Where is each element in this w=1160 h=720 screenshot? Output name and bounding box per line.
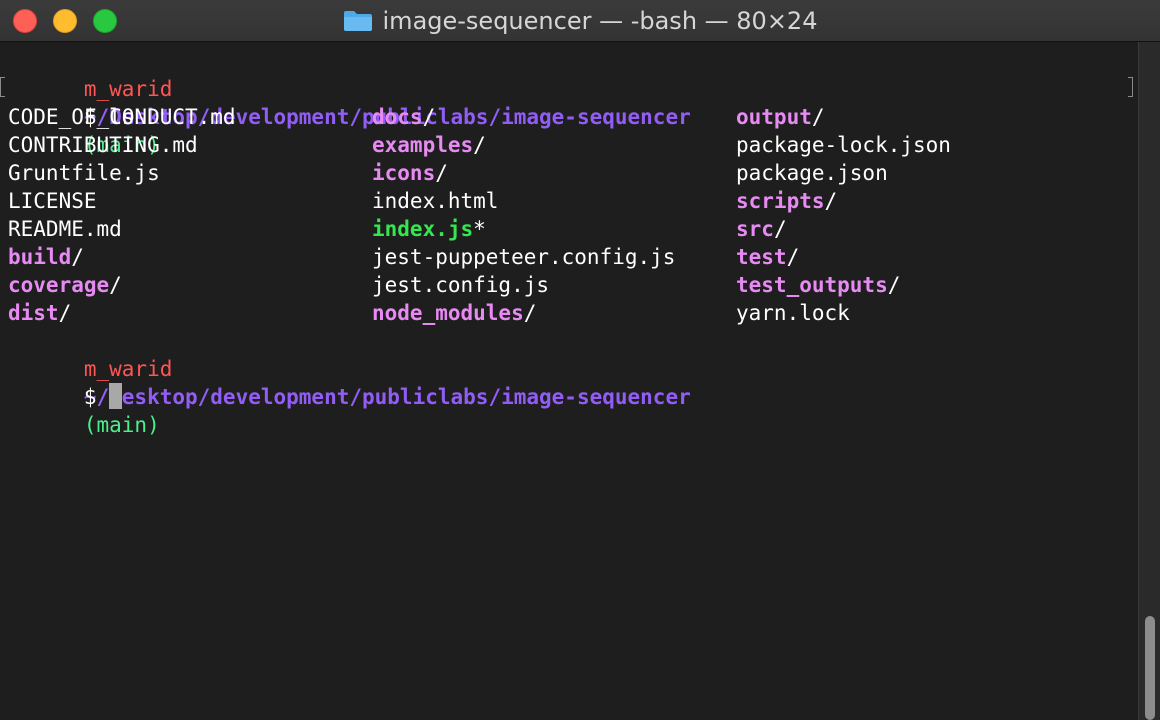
entry-suffix: / bbox=[887, 273, 901, 297]
command-line-2[interactable]: $ bbox=[8, 355, 123, 409]
prompt-path: ~/Desktop/development/publiclabs/image-s… bbox=[83, 385, 691, 409]
file-name: README.md bbox=[8, 217, 122, 241]
file-name: index.html bbox=[372, 189, 499, 213]
ls-entry: test_outputs/ bbox=[736, 271, 951, 299]
terminal-window: image-sequencer — -bash — 80×24 m_warid … bbox=[0, 0, 1160, 720]
ls-column-2: docs/examples/icons/index.html index.js* j… bbox=[372, 103, 675, 327]
entry-suffix: / bbox=[773, 217, 787, 241]
text-cursor bbox=[109, 383, 123, 409]
selection-bracket-right bbox=[1128, 77, 1133, 97]
command-line-1: $ ls bbox=[8, 75, 135, 129]
entry-suffix: / bbox=[811, 105, 825, 129]
close-button[interactable] bbox=[13, 9, 37, 33]
entry-suffix: / bbox=[58, 301, 72, 325]
ls-entry: package.json bbox=[736, 159, 951, 187]
file-name: LICENSE bbox=[8, 189, 97, 213]
file-name: CODE_OF_CONDUCT.md bbox=[8, 105, 236, 129]
directory-name: icons bbox=[372, 161, 436, 185]
ls-entry: build/ bbox=[8, 243, 236, 271]
ls-column-3: output/package-lock.json package.json scri… bbox=[736, 103, 951, 327]
prompt-line-2: m_warid ~/Desktop/development/publiclabs… bbox=[8, 327, 691, 437]
ls-entry: scripts/ bbox=[736, 187, 951, 215]
title-bar[interactable]: image-sequencer — -bash — 80×24 bbox=[0, 0, 1160, 42]
terminal-content[interactable]: m_warid ~/Desktop/development/publiclabs… bbox=[0, 42, 1138, 720]
ls-entry: coverage/ bbox=[8, 271, 236, 299]
folder-icon bbox=[343, 11, 372, 31]
directory-name: dist bbox=[8, 301, 59, 325]
ls-entry: jest.config.js bbox=[372, 271, 675, 299]
file-name: CONTRIBUTING.md bbox=[8, 133, 198, 157]
command-prompt: $ bbox=[83, 385, 110, 409]
directory-name: coverage bbox=[8, 273, 110, 297]
entry-suffix: * bbox=[473, 217, 486, 241]
directory-name: src bbox=[736, 217, 774, 241]
ls-entry: src/ bbox=[736, 215, 951, 243]
ls-entry: docs/ bbox=[372, 103, 675, 131]
ls-entry: examples/ bbox=[372, 131, 675, 159]
ls-entry: Gruntfile.js bbox=[8, 159, 236, 187]
file-name: yarn.lock bbox=[736, 301, 850, 325]
prompt-line-1: m_warid ~/Desktop/development/publiclabs… bbox=[8, 47, 691, 157]
file-name: package-lock.json bbox=[736, 133, 951, 157]
entry-suffix: / bbox=[109, 273, 122, 297]
entry-suffix: / bbox=[435, 161, 448, 185]
directory-name: test bbox=[736, 245, 787, 269]
ls-entry: output/ bbox=[736, 103, 951, 131]
directory-name: docs bbox=[372, 105, 423, 129]
ls-entry: README.md bbox=[8, 215, 236, 243]
directory-name: scripts bbox=[736, 189, 825, 213]
prompt-branch: (main) bbox=[83, 413, 160, 437]
file-name: Gruntfile.js bbox=[8, 161, 160, 185]
ls-entry: CONTRIBUTING.md bbox=[8, 131, 236, 159]
ls-entry: LICENSE bbox=[8, 187, 236, 215]
directory-name: node_modules bbox=[372, 301, 524, 325]
ls-entry: node_modules/ bbox=[372, 299, 675, 327]
ls-entry: CODE_OF_CONDUCT.md bbox=[8, 103, 236, 131]
directory-name: output bbox=[736, 105, 812, 129]
ls-entry: package-lock.json bbox=[736, 131, 951, 159]
minimize-button[interactable] bbox=[53, 9, 77, 33]
entry-suffix: / bbox=[523, 301, 537, 325]
file-name: jest-puppeteer.config.js bbox=[372, 245, 676, 269]
vertical-scrollbar[interactable] bbox=[1138, 42, 1160, 720]
entry-suffix: / bbox=[422, 105, 436, 129]
ls-entry: test/ bbox=[736, 243, 951, 271]
zoom-button[interactable] bbox=[93, 9, 117, 33]
ls-entry: index.js* bbox=[372, 215, 675, 243]
directory-name: build bbox=[8, 245, 72, 269]
entry-suffix: / bbox=[71, 245, 84, 269]
ls-entry: yarn.lock bbox=[736, 299, 951, 327]
executable-name: index.js bbox=[372, 217, 474, 241]
ls-entry: index.html bbox=[372, 187, 675, 215]
ls-column-1: CODE_OF_CONDUCT.md CONTRIBUTING.md Gruntfi… bbox=[8, 103, 236, 327]
directory-name: test_outputs bbox=[736, 273, 888, 297]
file-name: jest.config.js bbox=[372, 273, 550, 297]
window-title: image-sequencer — -bash — 80×24 bbox=[382, 7, 818, 35]
scrollbar-thumb[interactable] bbox=[1145, 616, 1155, 720]
file-name: package.json bbox=[736, 161, 888, 185]
entry-suffix: / bbox=[473, 133, 486, 157]
entry-suffix: / bbox=[824, 189, 838, 213]
ls-entry: dist/ bbox=[8, 299, 236, 327]
entry-suffix: / bbox=[786, 245, 800, 269]
directory-name: examples bbox=[372, 133, 474, 157]
selection-bracket-left bbox=[0, 77, 5, 97]
ls-entry: jest-puppeteer.config.js bbox=[372, 243, 675, 271]
ls-entry: icons/ bbox=[372, 159, 675, 187]
